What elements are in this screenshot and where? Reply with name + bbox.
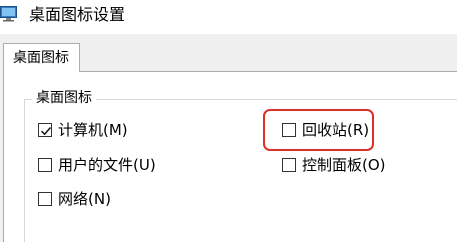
checkbox-network[interactable]: 网络(N) [38, 190, 118, 210]
window-title: 桌面图标设置 [29, 5, 126, 24]
group-label: 桌面图标 [32, 89, 96, 107]
checkbox-user-files[interactable]: 用户的文件(U) [38, 156, 168, 176]
tab-desktop-icons[interactable]: 桌面图标 [3, 43, 80, 72]
checkbox-box[interactable] [38, 192, 52, 206]
tab-label: 桌面图标 [13, 50, 69, 66]
checkbox-box[interactable] [38, 123, 52, 137]
recycle-bin-highlight [263, 109, 374, 151]
checkbox-box[interactable] [38, 158, 52, 172]
monitor-settings-icon [0, 6, 18, 22]
checkmark-icon [40, 127, 52, 136]
checkbox-label: 控制面板(O) [302, 156, 386, 174]
checkbox-label: 计算机(M) [58, 121, 128, 139]
checkbox-label: 用户的文件(U) [58, 156, 156, 174]
checkbox-computer[interactable]: 计算机(M) [38, 121, 138, 141]
checkbox-box[interactable] [282, 158, 296, 172]
checkbox-label: 网络(N) [58, 190, 111, 208]
title-bar: 桌面图标设置 [0, 0, 457, 34]
checkbox-control-panel[interactable]: 控制面板(O) [282, 156, 392, 176]
